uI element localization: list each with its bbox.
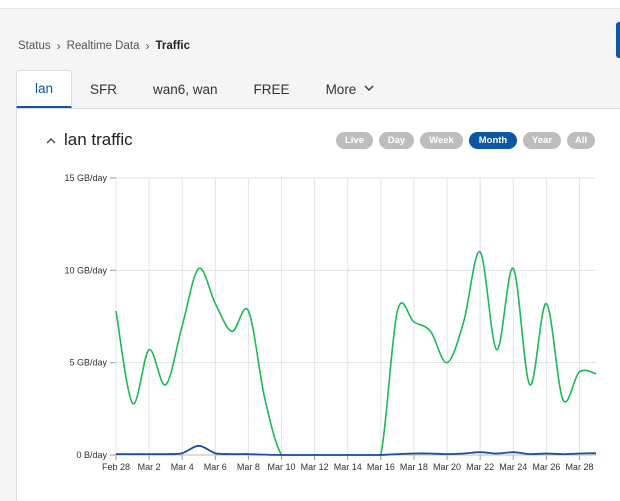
breadcrumb: Status › Realtime Data › Traffic (18, 38, 190, 54)
x-tick-label: Mar 22 (466, 462, 494, 472)
chevron-down-icon (364, 83, 374, 95)
y-tick-label: 15 GB/day (64, 173, 107, 183)
x-tick-label: Mar 18 (400, 462, 428, 472)
interface-tabs: lan SFR wan6, wan FREE More (16, 68, 392, 108)
x-tick-label: Mar 6 (204, 462, 227, 472)
section-title: lan traffic (64, 130, 133, 149)
y-tick-label: 0 B/day (76, 450, 107, 460)
x-tick-label: Mar 26 (532, 462, 560, 472)
edge-action-button[interactable] (616, 22, 620, 58)
top-bar (0, 0, 620, 9)
x-tick-label: Mar 12 (301, 462, 329, 472)
tab-lan[interactable]: lan (16, 70, 72, 108)
chevron-right-icon: › (56, 39, 61, 53)
x-tick-label: Feb 28 (102, 462, 130, 472)
traffic-chart: 0 B/day 5 GB/day 10 GB/day 15 GB/day Feb 28… (64, 173, 597, 472)
breadcrumb-traffic: Traffic (155, 40, 190, 52)
x-tick-label: Mar 4 (171, 462, 194, 472)
breadcrumb-realtime-data[interactable]: Realtime Data (67, 40, 140, 52)
x-tick-label: Mar 8 (237, 462, 260, 472)
x-tick-label: Mar 2 (138, 462, 161, 472)
x-tick-label: Mar 20 (433, 462, 461, 472)
period-selector: Live Day Week Month Year All (336, 132, 595, 149)
series-line-blue (115, 444, 597, 456)
tab-more[interactable]: More (308, 70, 393, 108)
section-header[interactable]: lan traffic (46, 128, 133, 152)
tab-free[interactable]: FREE (236, 70, 308, 108)
period-all-button[interactable]: All (567, 132, 595, 149)
x-tick-label: Mar 10 (268, 462, 296, 472)
period-live-button[interactable]: Live (336, 132, 373, 149)
period-year-button[interactable]: Year (523, 132, 561, 149)
chevron-right-icon: › (145, 39, 150, 53)
x-tick-label: Mar 28 (565, 462, 593, 472)
period-day-button[interactable]: Day (379, 132, 414, 149)
chevron-up-icon[interactable] (46, 133, 56, 147)
tab-sfr[interactable]: SFR (72, 70, 135, 108)
series-line-green (115, 251, 597, 456)
y-tick-label: 5 GB/day (69, 358, 107, 368)
period-week-button[interactable]: Week (420, 132, 463, 149)
x-tick-label: Mar 24 (499, 462, 527, 472)
x-tick-label: Mar 14 (334, 462, 362, 472)
breadcrumb-status[interactable]: Status (18, 40, 51, 52)
tab-more-label: More (325, 81, 357, 97)
x-tick-label: Mar 16 (367, 462, 395, 472)
tab-wan6-wan[interactable]: wan6, wan (135, 70, 236, 108)
period-month-button[interactable]: Month (469, 132, 517, 149)
y-tick-label: 10 GB/day (64, 265, 107, 275)
